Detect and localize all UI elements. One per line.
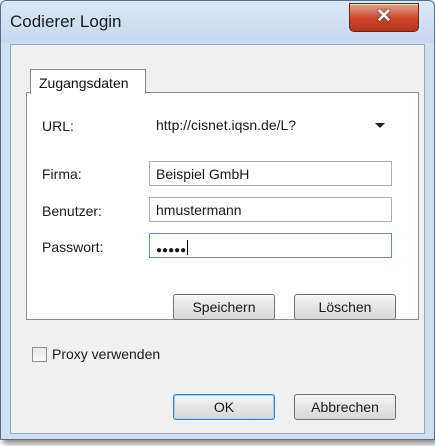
passwort-label: Passwort: xyxy=(42,239,104,255)
speichern-button[interactable]: Speichern xyxy=(173,294,275,320)
benutzer-value: hmustermann xyxy=(156,202,242,218)
close-icon: ✕ xyxy=(376,6,392,27)
url-value: http://cisnet.iqsn.de/L? xyxy=(156,117,297,133)
proxy-label: Proxy verwenden xyxy=(52,346,161,362)
proxy-checkbox[interactable] xyxy=(32,347,47,362)
close-button[interactable]: ✕ xyxy=(349,3,419,32)
ok-button[interactable]: OK xyxy=(173,394,275,420)
benutzer-label: Benutzer: xyxy=(42,203,102,219)
passwort-field[interactable]: ●●●●● xyxy=(149,233,392,258)
dialog-body: Zugangsdaten URL: http://cisnet.iqsn.de/… xyxy=(10,44,425,434)
title-bar[interactable]: Codierer Login ✕ xyxy=(1,1,434,43)
tab-zugangsdaten[interactable]: Zugangsdaten xyxy=(30,69,146,94)
credentials-panel: URL: http://cisnet.iqsn.de/L? Firma: Bei… xyxy=(26,92,419,320)
abbrechen-button[interactable]: Abbrechen xyxy=(294,394,396,420)
chevron-down-icon[interactable] xyxy=(375,123,385,128)
firma-value: Beispiel GmbH xyxy=(156,166,250,182)
loeschen-button[interactable]: Löschen xyxy=(294,294,396,320)
window-title: Codierer Login xyxy=(10,12,122,31)
firma-label: Firma: xyxy=(42,166,82,182)
url-label: URL: xyxy=(42,118,74,134)
url-dropdown[interactable]: http://cisnet.iqsn.de/L? xyxy=(149,112,392,137)
firma-field[interactable]: Beispiel GmbH xyxy=(149,161,392,186)
benutzer-field[interactable]: hmustermann xyxy=(149,197,392,222)
tab-label: Zugangsdaten xyxy=(39,75,129,91)
text-caret xyxy=(187,240,189,255)
login-dialog: Codierer Login ✕ Zugangsdaten URL: http:… xyxy=(0,0,435,440)
passwort-value: ●●●●● xyxy=(156,245,187,256)
